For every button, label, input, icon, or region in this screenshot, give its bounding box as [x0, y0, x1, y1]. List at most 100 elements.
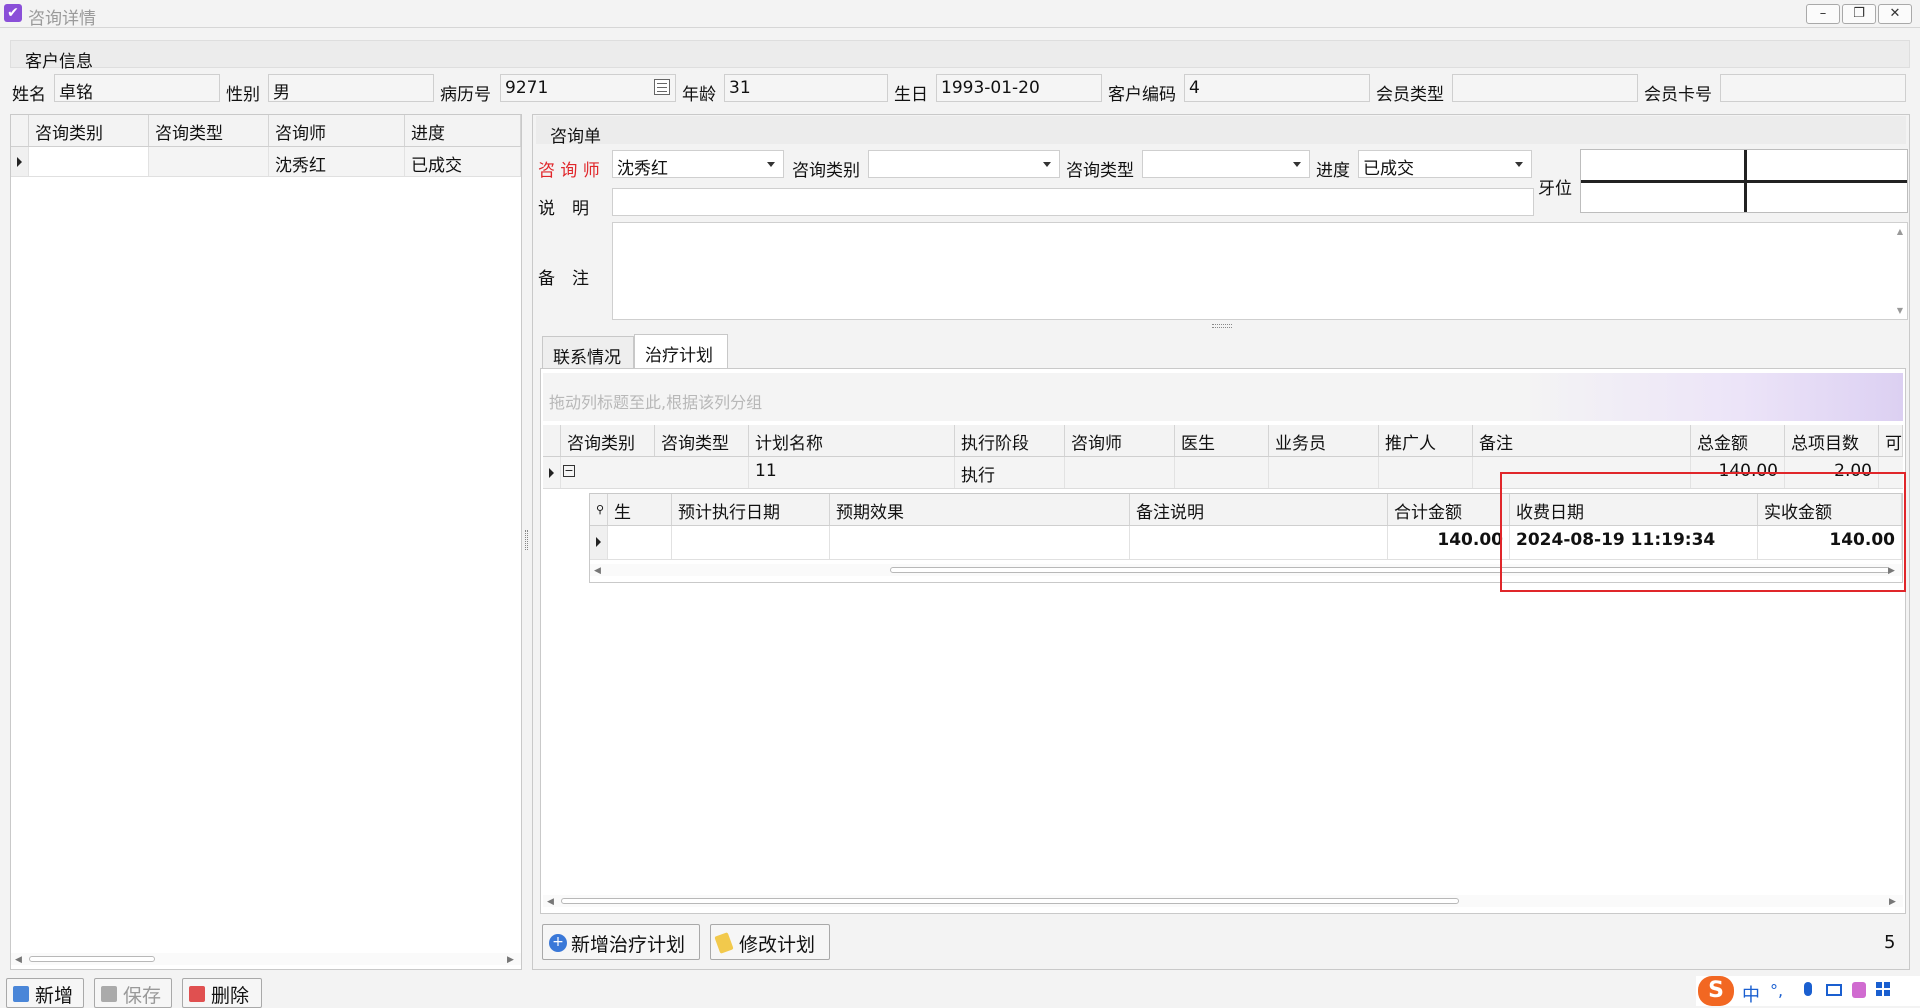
member-type-field[interactable]	[1452, 74, 1638, 102]
customer-code-field[interactable]: 4	[1184, 74, 1370, 102]
col-extra[interactable]: 可手	[1879, 425, 1903, 456]
delete-button[interactable]: 删除	[182, 978, 262, 1008]
cell-expected-effect[interactable]	[830, 526, 1130, 559]
col-plan-type[interactable]: 咨询类型	[655, 425, 749, 456]
group-panel[interactable]: 拖动列标题至此,根据该列分组	[543, 373, 1903, 421]
restore-button[interactable]: ❐	[1842, 4, 1876, 24]
title-bar	[0, 0, 1920, 28]
col-exec-stage[interactable]: 执行阶段	[955, 425, 1065, 456]
save-button[interactable]: 保存	[94, 978, 172, 1008]
col-salesperson[interactable]: 业务员	[1269, 425, 1379, 456]
new-button[interactable]: 新增	[6, 978, 84, 1008]
col-remark[interactable]: 备注	[1473, 425, 1691, 456]
scroll-left-arrow-icon[interactable]: ◀	[15, 955, 22, 965]
col-plan-name[interactable]: 计划名称	[749, 425, 955, 456]
scroll-down-arrow-icon[interactable]: ▼	[1897, 306, 1903, 315]
skin-icon[interactable]	[1852, 982, 1866, 998]
plan-scroll-thumb[interactable]	[561, 898, 1459, 904]
col-remark-note[interactable]: 备注说明	[1130, 494, 1388, 525]
member-card-field[interactable]	[1720, 74, 1906, 102]
left-grid-scroll-thumb[interactable]	[29, 956, 155, 962]
birthday-field[interactable]: 1993-01-20	[936, 74, 1102, 102]
cell-consultant[interactable]	[1065, 457, 1175, 488]
record-lookup-icon[interactable]	[654, 79, 670, 95]
cell-progress[interactable]: 已成交	[405, 147, 521, 176]
row-indicator	[543, 457, 561, 488]
cell-detail-doctor[interactable]	[608, 526, 672, 559]
close-button[interactable]: ✕	[1878, 4, 1912, 24]
plan-grid-hscrollbar[interactable]: ◀ ▶	[543, 895, 1903, 907]
tooth-position-chart[interactable]	[1580, 149, 1908, 213]
horizontal-splitter[interactable]	[1212, 324, 1232, 328]
col-total-amount[interactable]: 总金额	[1691, 425, 1785, 456]
cell-plan-type[interactable]	[655, 457, 749, 488]
name-field[interactable]: 卓铭	[54, 74, 220, 102]
keyboard-icon[interactable]	[1826, 984, 1842, 996]
cell-promoter[interactable]	[1379, 457, 1473, 488]
cell-consult-category[interactable]	[29, 147, 149, 176]
tab-contact[interactable]: 联系情况	[542, 336, 634, 368]
add-treatment-plan-button[interactable]: + 新增治疗计划	[542, 924, 700, 960]
scroll-up-arrow-icon[interactable]: ▲	[1897, 227, 1903, 236]
cell-subtotal[interactable]: 140.00	[1388, 526, 1510, 559]
col-consult-type[interactable]: 咨询类型	[149, 115, 269, 146]
row-indicator	[590, 526, 608, 559]
ime-lang[interactable]: 中	[1742, 981, 1760, 1007]
col-promoter[interactable]: 推广人	[1379, 425, 1473, 456]
remark-textarea[interactable]: ▲ ▼	[612, 222, 1908, 320]
microphone-icon[interactable]	[1804, 982, 1812, 996]
minimize-button[interactable]: –	[1806, 4, 1840, 24]
collapse-icon[interactable]: −	[563, 465, 575, 477]
gender-field[interactable]: 男	[268, 74, 434, 102]
col-subtotal[interactable]: 合计金额	[1388, 494, 1510, 525]
type-select[interactable]	[1142, 150, 1310, 178]
category-select[interactable]	[868, 150, 1060, 178]
age-label: 年龄	[682, 85, 716, 105]
vertical-splitter[interactable]	[525, 530, 528, 550]
progress-select[interactable]: 已成交	[1358, 150, 1532, 179]
scroll-right-arrow-icon[interactable]: ▶	[507, 955, 514, 965]
consultant-select[interactable]: 沈秀红	[612, 150, 784, 179]
detail-search-header[interactable]: ⚲	[590, 494, 608, 525]
description-field[interactable]	[612, 188, 1534, 216]
record-no-field[interactable]: 9271	[500, 74, 676, 102]
cell-plan-name[interactable]: 11	[749, 457, 955, 488]
col-consultant[interactable]: 咨询师	[1065, 425, 1175, 456]
col-planned-date[interactable]: 预计执行日期	[672, 494, 830, 525]
left-grid-hscrollbar[interactable]: ◀ ▶	[11, 953, 521, 965]
sogou-logo-icon[interactable]: S	[1698, 976, 1734, 1006]
col-progress[interactable]: 进度	[405, 115, 521, 146]
col-expected-effect[interactable]: 预期效果	[830, 494, 1130, 525]
col-consultant[interactable]: 咨询师	[269, 115, 405, 146]
scroll-right-arrow-icon[interactable]: ▶	[1889, 897, 1896, 907]
age-field[interactable]: 31	[724, 74, 888, 102]
highlight-box	[1500, 472, 1906, 592]
cell-consult-type[interactable]	[149, 147, 269, 176]
treatment-plan-grid: 拖动列标题至此,根据该列分组 咨询类别 咨询类型 计划名称 执行阶段 咨询师 医…	[540, 368, 1906, 914]
menu-grid-icon[interactable]	[1876, 982, 1890, 996]
edit-plan-button[interactable]: 修改计划	[710, 924, 830, 960]
scroll-left-arrow-icon[interactable]: ◀	[594, 566, 601, 576]
col-plan-category[interactable]: 咨询类别	[561, 425, 655, 456]
tab-treatment-plan[interactable]: 治疗计划	[634, 334, 728, 368]
record-no-label: 病历号	[440, 85, 491, 105]
table-row[interactable]: 沈秀红 已成交	[11, 147, 521, 177]
remark-label: 备 注	[538, 269, 589, 289]
col-consult-category[interactable]: 咨询类别	[29, 115, 149, 146]
cell-remark-note[interactable]	[1130, 526, 1388, 559]
scroll-left-arrow-icon[interactable]: ◀	[547, 897, 554, 907]
cell-consultant[interactable]: 沈秀红	[269, 147, 405, 176]
cell-exec-stage[interactable]: 执行	[955, 457, 1065, 488]
cell-doctor[interactable]	[1175, 457, 1269, 488]
record-no-value: 9271	[505, 78, 549, 98]
add-treatment-plan-label: 新增治疗计划	[571, 934, 686, 956]
col-detail-doctor[interactable]: 生	[608, 494, 672, 525]
col-item-count[interactable]: 总项目数	[1785, 425, 1879, 456]
customer-section-title: 客户信息	[25, 52, 93, 72]
progress-select-value: 已成交	[1363, 159, 1414, 179]
search-icon[interactable]: ⚲	[596, 503, 604, 516]
ime-punct[interactable]: °,	[1770, 981, 1783, 1000]
cell-planned-date[interactable]	[672, 526, 830, 559]
cell-salesperson[interactable]	[1269, 457, 1379, 488]
col-doctor[interactable]: 医生	[1175, 425, 1269, 456]
